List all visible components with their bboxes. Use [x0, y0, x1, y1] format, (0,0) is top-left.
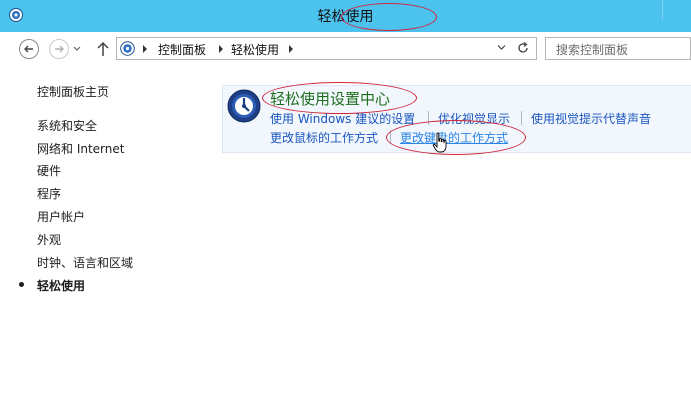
chevron-down-icon[interactable]: [497, 44, 506, 51]
breadcrumb-ease-of-access[interactable]: 轻松使用: [231, 41, 279, 58]
sidebar-item-system-security[interactable]: 系统和安全: [37, 117, 97, 134]
up-arrow-icon[interactable]: [95, 40, 111, 58]
breadcrumb-separator-icon[interactable]: [143, 45, 147, 53]
refresh-icon[interactable]: [516, 41, 530, 55]
link-visual-alternatives[interactable]: 使用视觉提示代替声音: [531, 110, 651, 127]
breadcrumb-control-panel[interactable]: 控制面板: [158, 41, 206, 58]
link-recommended-settings[interactable]: 使用 Windows 建议的设置: [270, 110, 415, 127]
back-arrow-icon: [24, 45, 33, 53]
recent-pages-chevron-icon[interactable]: [73, 46, 81, 52]
forward-button[interactable]: [49, 39, 69, 59]
link-separator: [521, 111, 522, 125]
sidebar-item-hardware[interactable]: 硬件: [37, 162, 61, 179]
sidebar-home-link[interactable]: 控制面板主页: [37, 83, 109, 100]
sidebar-item-user-accounts[interactable]: 用户帐户: [37, 208, 85, 225]
sidebar-item-appearance[interactable]: 外观: [37, 231, 61, 248]
address-bar[interactable]: 控制面板 轻松使用: [116, 37, 537, 60]
sidebar-item-clock-language-region[interactable]: 时钟、语言和区域: [37, 254, 133, 271]
breadcrumb-separator-icon[interactable]: [289, 45, 293, 53]
breadcrumb-separator-icon[interactable]: [219, 45, 223, 53]
link-mouse-settings[interactable]: 更改鼠标的工作方式: [270, 129, 378, 146]
annotation-ellipse: [341, 3, 437, 31]
forward-arrow-icon: [55, 45, 64, 53]
sidebar-item-programs[interactable]: 程序: [37, 185, 61, 202]
sidebar-item-network-internet[interactable]: 网络和 Internet: [37, 140, 124, 157]
current-item-bullet: [19, 282, 24, 287]
annotation-ellipse: [386, 120, 526, 155]
ease-of-access-icon[interactable]: [227, 89, 261, 123]
search-placeholder: 搜索控制面板: [556, 43, 629, 57]
search-input[interactable]: 搜索控制面板: [545, 37, 691, 60]
hand-pointer-icon: [432, 132, 447, 153]
back-button[interactable]: [19, 39, 39, 59]
sidebar-item-ease-of-access[interactable]: 轻松使用: [37, 277, 85, 294]
control-panel-icon: [120, 41, 135, 56]
window-control-button[interactable]: [662, 0, 691, 20]
